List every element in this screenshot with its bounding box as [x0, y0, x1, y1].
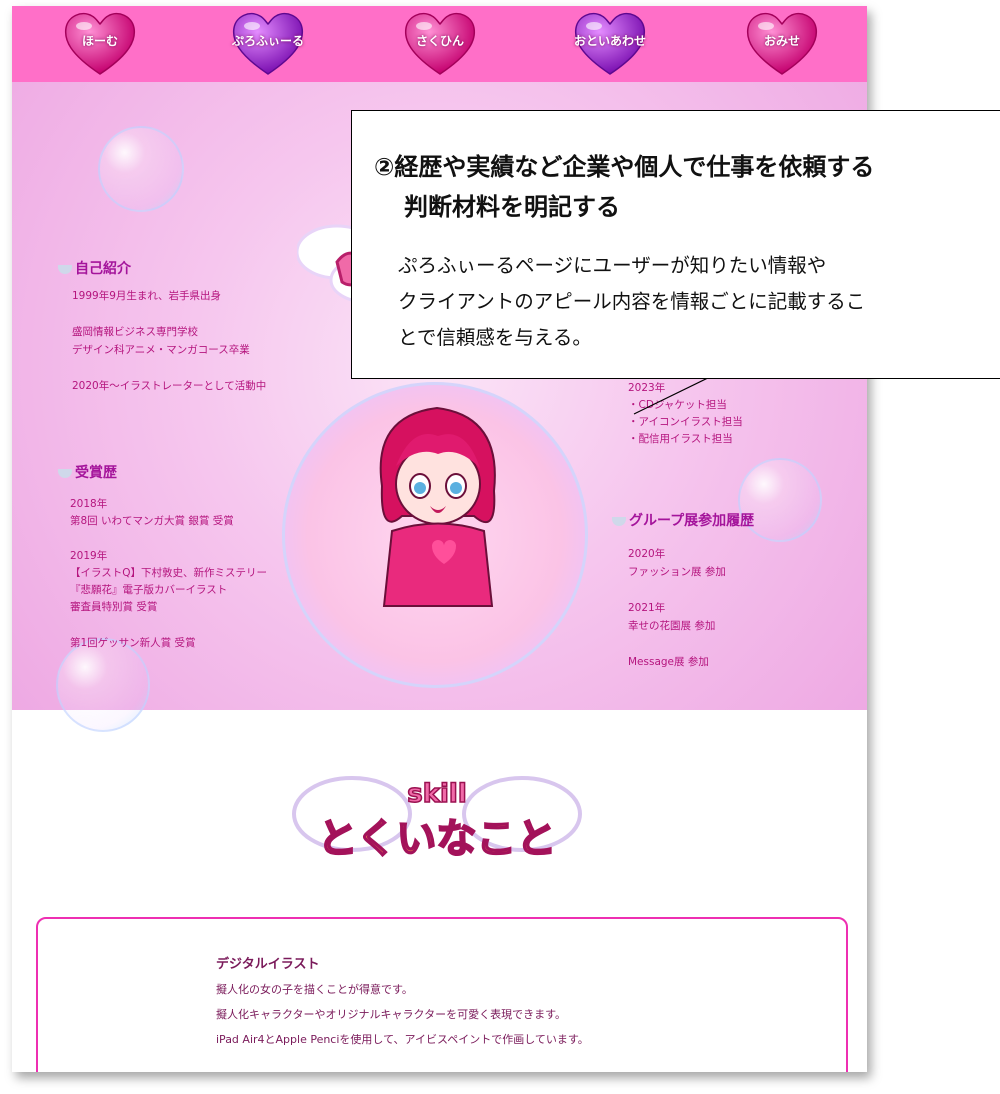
skill-card-line: iPad Air4とApple Penciを使用して、アイビスペイントで作画して…	[216, 1033, 589, 1046]
skill-logo-top: skill	[407, 779, 467, 809]
nav-item-profile[interactable]: ぷろふぃーる	[230, 10, 306, 78]
nav-label: おといあわせ	[573, 34, 646, 48]
awards-line: 第1回ゲッサン新人賞 受賞	[70, 637, 196, 649]
intro-line: 1999年9月生まれ、岩手県出身	[72, 290, 222, 302]
skill-card: デジタルイラスト 擬人化の女の子を描くことが得意です。 擬人化キャラクターやオリ…	[36, 917, 848, 1072]
awards-line: 2019年	[70, 550, 108, 562]
skill-card-title: デジタルイラスト	[216, 957, 320, 972]
bubble-decoration	[98, 126, 184, 212]
group-line: 幸せの花園展 参加	[628, 620, 716, 632]
nav-label: さくひん	[415, 34, 464, 48]
nav-item-contact[interactable]: おといあわせ	[572, 10, 648, 78]
nav-item-works[interactable]: さくひん	[402, 10, 478, 78]
nav-label: ほーむ	[81, 34, 118, 48]
group-line: Message展 参加	[628, 656, 709, 668]
nav-label: おみせ	[763, 34, 800, 48]
avatar-illustration	[379, 406, 496, 607]
skill-logo: skill とくいなこと	[292, 776, 582, 863]
intro-line: 盛岡情報ビジネス専門学校	[72, 326, 198, 338]
awards-title: 受賞歴	[58, 462, 117, 482]
callout-body: ぷろふぃーるページにユーザーが知りたい情報や	[398, 254, 827, 277]
awards-line: 2018年	[70, 498, 108, 510]
group-line: 2021年	[628, 602, 666, 614]
skill-card-line: 擬人化キャラクターやオリジナルキャラクターを可愛く表現できます。	[216, 1008, 567, 1021]
nav-item-shop[interactable]: おみせ	[744, 10, 820, 78]
intro-line: デザイン科アニメ・マンガコース卒業	[72, 344, 250, 356]
awards-line: 『悲願花』電子版カバーイラスト	[70, 584, 228, 596]
awards-line: 第8回 いわてマンガ大賞 銀賞 受賞	[70, 515, 234, 527]
work-line: ・配信用イラスト担当	[628, 433, 733, 445]
bubble-decoration	[56, 638, 150, 732]
awards-line: 【イラストQ】下村敦史、新作ミステリー	[70, 567, 268, 579]
annotation-callout: ②経歴や実績など企業や個人で仕事を依頼する 判断材料を明記する ぷろふぃーるペー…	[351, 110, 1000, 379]
callout-body: クライアントのアピール内容を情報ごとに記載するこ	[398, 290, 866, 313]
skill-logo-main: とくいなこと	[318, 816, 557, 862]
awards-line: 審査員特別賞 受賞	[70, 601, 158, 613]
group-line: ファッション展 参加	[628, 566, 726, 578]
group-title: グループ展参加履歴	[612, 510, 754, 530]
intro-title: 自己紹介	[58, 258, 131, 278]
intro-line: 2020年〜イラストレーターとして活動中	[72, 380, 267, 392]
top-navigation: ほーむ ぷろふぃーる さくひん おといあわせ おみせ	[12, 6, 867, 82]
skill-card-line: 擬人化の女の子を描くことが得意です。	[216, 983, 413, 996]
nav-label: ぷろふぃーる	[231, 34, 304, 48]
callout-body: とで信頼感を与える。	[398, 326, 592, 349]
group-line: 2020年	[628, 548, 666, 560]
callout-heading: ②経歴や実績など企業や個人で仕事を依頼する	[374, 153, 875, 181]
callout-heading: 判断材料を明記する	[404, 193, 620, 221]
nav-item-home[interactable]: ほーむ	[62, 10, 138, 78]
